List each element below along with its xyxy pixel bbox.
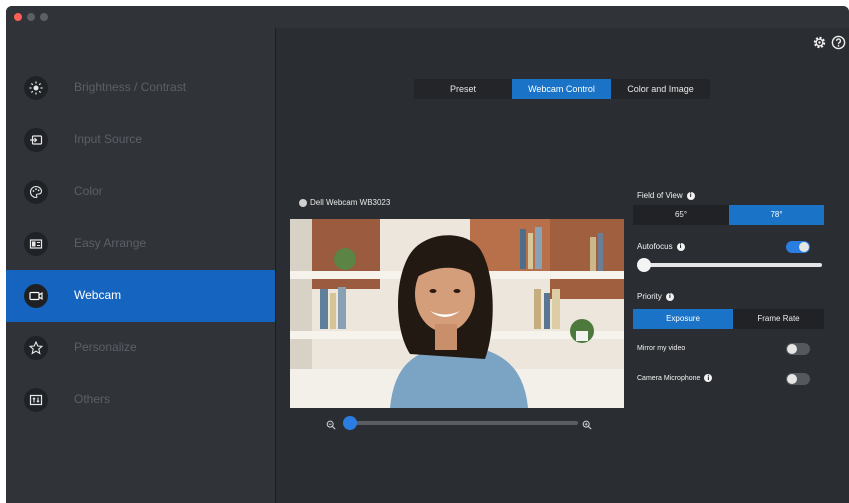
sidebar-item-label: Webcam <box>74 288 122 302</box>
sidebar: Brightness / Contrast Input Source Color… <box>6 28 276 503</box>
mirror-video-title: Mirror my video <box>637 345 685 352</box>
sidebar-item-others[interactable]: Others <box>6 374 275 426</box>
webcam-status-icon <box>299 198 307 207</box>
help-icon[interactable] <box>830 34 846 50</box>
autofocus-toggle[interactable] <box>786 241 810 253</box>
sidebar-item-color[interactable]: Color <box>6 166 275 218</box>
sidebar-item-label: Personalize <box>74 340 137 354</box>
priority-option-frame-rate[interactable]: Frame Rate <box>733 309 824 329</box>
info-icon[interactable]: i <box>704 374 713 382</box>
toggle-knob <box>787 374 797 384</box>
info-icon[interactable]: i <box>665 292 674 301</box>
zoom-slider-thumb[interactable] <box>343 416 357 430</box>
tab-preset[interactable]: Preset <box>414 79 512 99</box>
title-bar <box>6 6 849 28</box>
sidebar-item-label: Easy Arrange <box>74 236 147 250</box>
gear-icon[interactable] <box>811 34 827 50</box>
camera-microphone-label: Camera Microphone <box>637 374 701 382</box>
sidebar-item-input-source[interactable]: Input Source <box>6 114 275 166</box>
toggle-knob <box>799 242 809 252</box>
minimize-window-button[interactable] <box>27 13 35 21</box>
easy-arrange-icon <box>24 232 48 256</box>
zoom-out-icon[interactable] <box>326 417 338 430</box>
tab-webcam-control[interactable]: Webcam Control <box>512 79 611 99</box>
close-window-button[interactable] <box>14 13 22 21</box>
webcam-zoom-control <box>326 415 598 431</box>
priority-title: Priority i <box>637 292 674 301</box>
others-icon <box>24 388 48 412</box>
zoom-in-icon[interactable] <box>582 417 594 430</box>
webcam-icon <box>24 284 48 308</box>
webcam-device-label: Dell Webcam WB3023 <box>299 198 390 207</box>
camera-microphone-toggle[interactable] <box>786 373 810 385</box>
mirror-video-toggle[interactable] <box>786 343 810 355</box>
input-source-icon <box>24 128 48 152</box>
tab-bar: Preset Webcam Control Color and Image <box>414 79 710 99</box>
sidebar-item-label: Input Source <box>74 132 143 146</box>
main-panel: Preset Webcam Control Color and Image De… <box>276 28 849 503</box>
focus-slider-track[interactable] <box>640 263 822 267</box>
mirror-video-label: Mirror my video <box>637 345 686 352</box>
field-of-view-label: Field of View <box>637 191 683 200</box>
sidebar-item-label: Color <box>74 184 103 198</box>
toggle-knob <box>787 344 797 354</box>
field-of-view-selector: 65° 78° <box>633 205 824 225</box>
sidebar-item-personalize[interactable]: Personalize <box>6 322 275 374</box>
tab-color-and-image[interactable]: Color and Image <box>611 79 710 99</box>
autofocus-label: Autofocus <box>637 242 673 251</box>
star-icon <box>24 336 48 360</box>
field-of-view-title: Field of View i <box>637 191 695 200</box>
fov-option-78[interactable]: 78° <box>729 205 824 225</box>
priority-selector: Exposure Frame Rate <box>633 309 824 329</box>
camera-microphone-title: Camera Microphone i <box>637 374 713 382</box>
zoom-slider-track[interactable] <box>346 421 578 425</box>
priority-option-exposure[interactable]: Exposure <box>633 309 733 329</box>
fov-option-65[interactable]: 65° <box>633 205 729 225</box>
info-icon[interactable]: i <box>686 191 695 200</box>
webcam-device-name: Dell Webcam WB3023 <box>310 198 391 207</box>
zoom-window-button[interactable] <box>40 13 48 21</box>
sidebar-item-webcam[interactable]: Webcam <box>6 270 275 322</box>
sidebar-item-brightness-contrast[interactable]: Brightness / Contrast <box>6 62 275 114</box>
app-window: Brightness / Contrast Input Source Color… <box>6 6 849 503</box>
sidebar-item-easy-arrange[interactable]: Easy Arrange <box>6 218 275 270</box>
info-icon[interactable]: i <box>676 242 685 251</box>
focus-slider-thumb[interactable] <box>637 258 651 272</box>
webcam-preview <box>290 219 624 408</box>
brightness-icon <box>24 76 48 100</box>
color-palette-icon <box>24 180 48 204</box>
priority-label: Priority <box>637 292 662 301</box>
sidebar-item-label: Brightness / Contrast <box>74 80 187 94</box>
autofocus-title: Autofocus i <box>637 242 685 251</box>
sidebar-item-label: Others <box>74 392 111 406</box>
webcam-preview-image <box>290 219 624 408</box>
